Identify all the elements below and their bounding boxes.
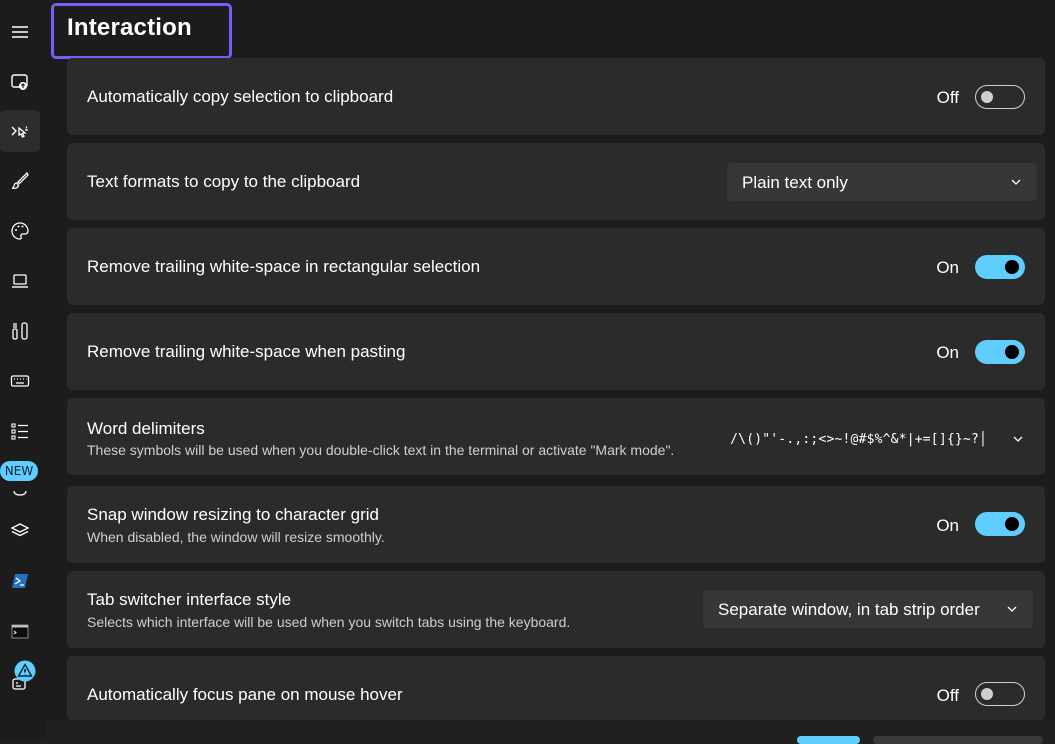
setting-description: Selects which interface will be used whe…	[87, 614, 571, 630]
toggle-state-text: On	[936, 343, 959, 362]
brush-icon	[11, 171, 29, 190]
tab-switcher-dropdown[interactable]: Separate window, in tab strip order	[703, 590, 1033, 628]
dropdown-value: Separate window, in tab strip order	[718, 600, 980, 619]
setting-word-delimiters[interactable]: Word delimiters These symbols will be us…	[67, 398, 1045, 475]
page-title: Interaction	[67, 14, 192, 41]
hamburger-menu-icon	[12, 26, 28, 38]
setting-focus-follow-mouse: Automatically focus pane on mouse hover …	[67, 656, 1045, 720]
toggle-knob	[981, 688, 993, 700]
sidebar-item-powershell[interactable]	[0, 560, 40, 602]
setting-label: Word delimiters	[87, 419, 205, 438]
layers-icon	[10, 523, 30, 537]
toggle-knob	[981, 91, 993, 103]
toggle-knob	[1005, 517, 1019, 531]
trim-block-selection-toggle[interactable]	[975, 255, 1025, 279]
setting-copy-formats: Text formats to copy to the clipboard Pl…	[67, 143, 1045, 220]
setting-description: When disabled, the window will resize sm…	[87, 529, 385, 545]
sidebar-item-color-schemes[interactable]	[0, 210, 40, 252]
focus-follow-mouse-toggle[interactable]	[975, 682, 1025, 706]
setting-trim-paste: Remove trailing white-space when pasting…	[67, 313, 1045, 390]
setting-label: Remove trailing white-space when pasting	[87, 342, 406, 361]
setting-label: Tab switcher interface style	[87, 590, 292, 609]
save-button[interactable]	[797, 736, 860, 744]
sidebar-item-profiles-list[interactable]	[0, 410, 40, 452]
word-delimiters-value: /\()"'-.,:;<>~!@#$%^&*|+=[]{}~?│	[730, 432, 987, 447]
trim-paste-toggle[interactable]	[975, 340, 1025, 364]
copy-formats-dropdown[interactable]: Plain text only	[727, 163, 1037, 201]
sidebar-item-defaults[interactable]	[0, 510, 40, 552]
setting-label: Remove trailing white-space in rectangul…	[87, 257, 481, 276]
hamburger-menu-button[interactable]	[0, 11, 40, 53]
toggle-state-text: Off	[936, 88, 959, 107]
dropdown-value: Plain text only	[742, 173, 848, 192]
snap-resize-toggle[interactable]	[975, 512, 1025, 536]
setting-description: These symbols will be used when you doub…	[87, 442, 675, 458]
sidebar-item-compatibility[interactable]	[0, 310, 40, 352]
new-badge: NEW	[0, 461, 38, 481]
chevron-down-icon	[1007, 606, 1017, 612]
setting-label: Text formats to copy to the clipboard	[87, 172, 361, 191]
toggle-knob	[1005, 260, 1019, 274]
sidebar-item-appearance[interactable]	[0, 160, 40, 202]
startup-icon	[11, 74, 28, 90]
powershell-icon	[12, 574, 28, 588]
terminal-icon	[11, 624, 29, 639]
keyboard-icon	[10, 375, 30, 387]
sidebar: NEW	[0, 0, 46, 740]
setting-label: Snap window resizing to character grid	[87, 505, 379, 524]
toggle-state-text: Off	[936, 686, 959, 705]
sidebar-item-rendering[interactable]	[0, 260, 40, 302]
setting-label: Automatically copy selection to clipboar…	[87, 87, 394, 106]
sidebar-item-actions[interactable]	[0, 360, 40, 402]
tools-icon	[12, 322, 28, 340]
palette-icon	[11, 222, 29, 240]
warning-icon	[14, 660, 36, 682]
sidebar-item-startup[interactable]	[0, 61, 40, 103]
interaction-icon	[11, 126, 28, 138]
list-icon	[11, 423, 28, 440]
copy-on-select-toggle[interactable]	[975, 85, 1025, 109]
sidebar-item-interaction[interactable]	[0, 110, 40, 152]
discard-changes-button[interactable]	[873, 736, 1043, 744]
toggle-state-text: On	[936, 258, 959, 277]
toggle-state-text: On	[936, 516, 959, 535]
setting-copy-on-select: Automatically copy selection to clipboar…	[67, 58, 1045, 135]
toggle-knob	[1005, 345, 1019, 359]
setting-label: Automatically focus pane on mouse hover	[87, 685, 403, 704]
laptop-icon	[12, 274, 28, 288]
setting-trim-block-selection: Remove trailing white-space in rectangul…	[67, 228, 1045, 305]
setting-snap-resize: Snap window resizing to character grid W…	[67, 486, 1045, 563]
chevron-down-icon[interactable]	[1011, 432, 1025, 446]
chevron-down-icon	[1011, 179, 1021, 185]
setting-tab-switcher-style: Tab switcher interface style Selects whi…	[67, 571, 1045, 648]
sidebar-item-command-prompt[interactable]	[0, 610, 40, 652]
